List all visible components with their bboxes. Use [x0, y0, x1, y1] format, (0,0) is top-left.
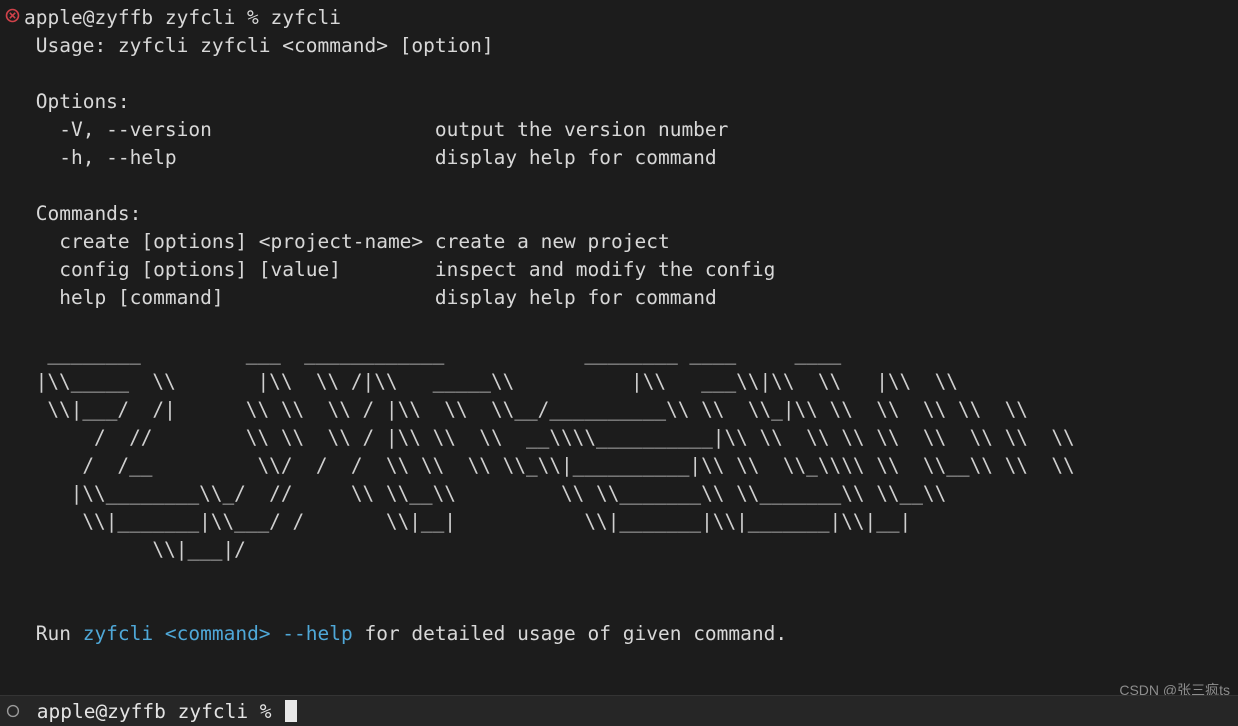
command-row-create: create [options] <project-name> create a… — [0, 228, 1238, 256]
usage-line: Usage: zyfcli zyfcli <command> [option] — [24, 34, 494, 57]
terminal-window: apple@zyffb zyfcli % zyfcli Usage: zyfcl… — [0, 0, 1238, 726]
option-flags-help: -h, --help — [24, 146, 177, 169]
option-row-version: -V, --version output the version number — [0, 116, 1238, 144]
footer-suffix: for detailed usage of given command. — [352, 622, 788, 645]
option-description-help: display help for command — [434, 146, 717, 169]
command-pad — [423, 230, 435, 253]
option-flags-version: -V, --version — [24, 118, 212, 141]
bottom-prompt-bar[interactable]: apple@zyffb zyfcli % — [0, 695, 1238, 726]
zyfcli-ascii-logo: ________ ___ ____________ ________ ____ … — [35, 342, 1075, 561]
command-description-create: create a new project — [434, 230, 670, 253]
command-signature-create: create [options] <project-name> — [24, 230, 424, 253]
command-signature-config: config [options] [value] — [24, 258, 341, 281]
command-row-help: help [command] display help for command — [0, 284, 1238, 312]
option-pad — [212, 118, 435, 141]
idle-circle-icon — [6, 704, 21, 719]
option-pad — [177, 146, 435, 169]
command-pad — [224, 286, 435, 309]
bottom-prompt-text: apple@zyffb zyfcli % — [25, 699, 284, 723]
commands-heading: Commands: — [24, 202, 142, 225]
block-cursor — [285, 700, 298, 722]
command-description-help: display help for command — [434, 286, 717, 309]
command-pad — [341, 258, 435, 281]
footer-hint-line: Run zyfcli <command> --help for detailed… — [0, 620, 1238, 648]
prompt-line-top: apple@zyffb zyfcli % zyfcli — [24, 6, 341, 29]
options-heading: Options: — [24, 90, 130, 113]
footer-command-highlight: zyfcli <command> --help — [82, 622, 353, 645]
command-row-config: config [options] [value] inspect and mod… — [0, 256, 1238, 284]
error-circle-icon — [5, 8, 20, 23]
command-description-config: inspect and modify the config — [434, 258, 776, 281]
option-row-help: -h, --help display help for command — [0, 144, 1238, 172]
terminal-scrollback[interactable]: apple@zyffb zyfcli % zyfcli Usage: zyfcl… — [0, 0, 1238, 696]
footer-prefix: Run — [24, 622, 83, 645]
option-description-version: output the version number — [434, 118, 729, 141]
command-signature-help: help [command] — [24, 286, 224, 309]
